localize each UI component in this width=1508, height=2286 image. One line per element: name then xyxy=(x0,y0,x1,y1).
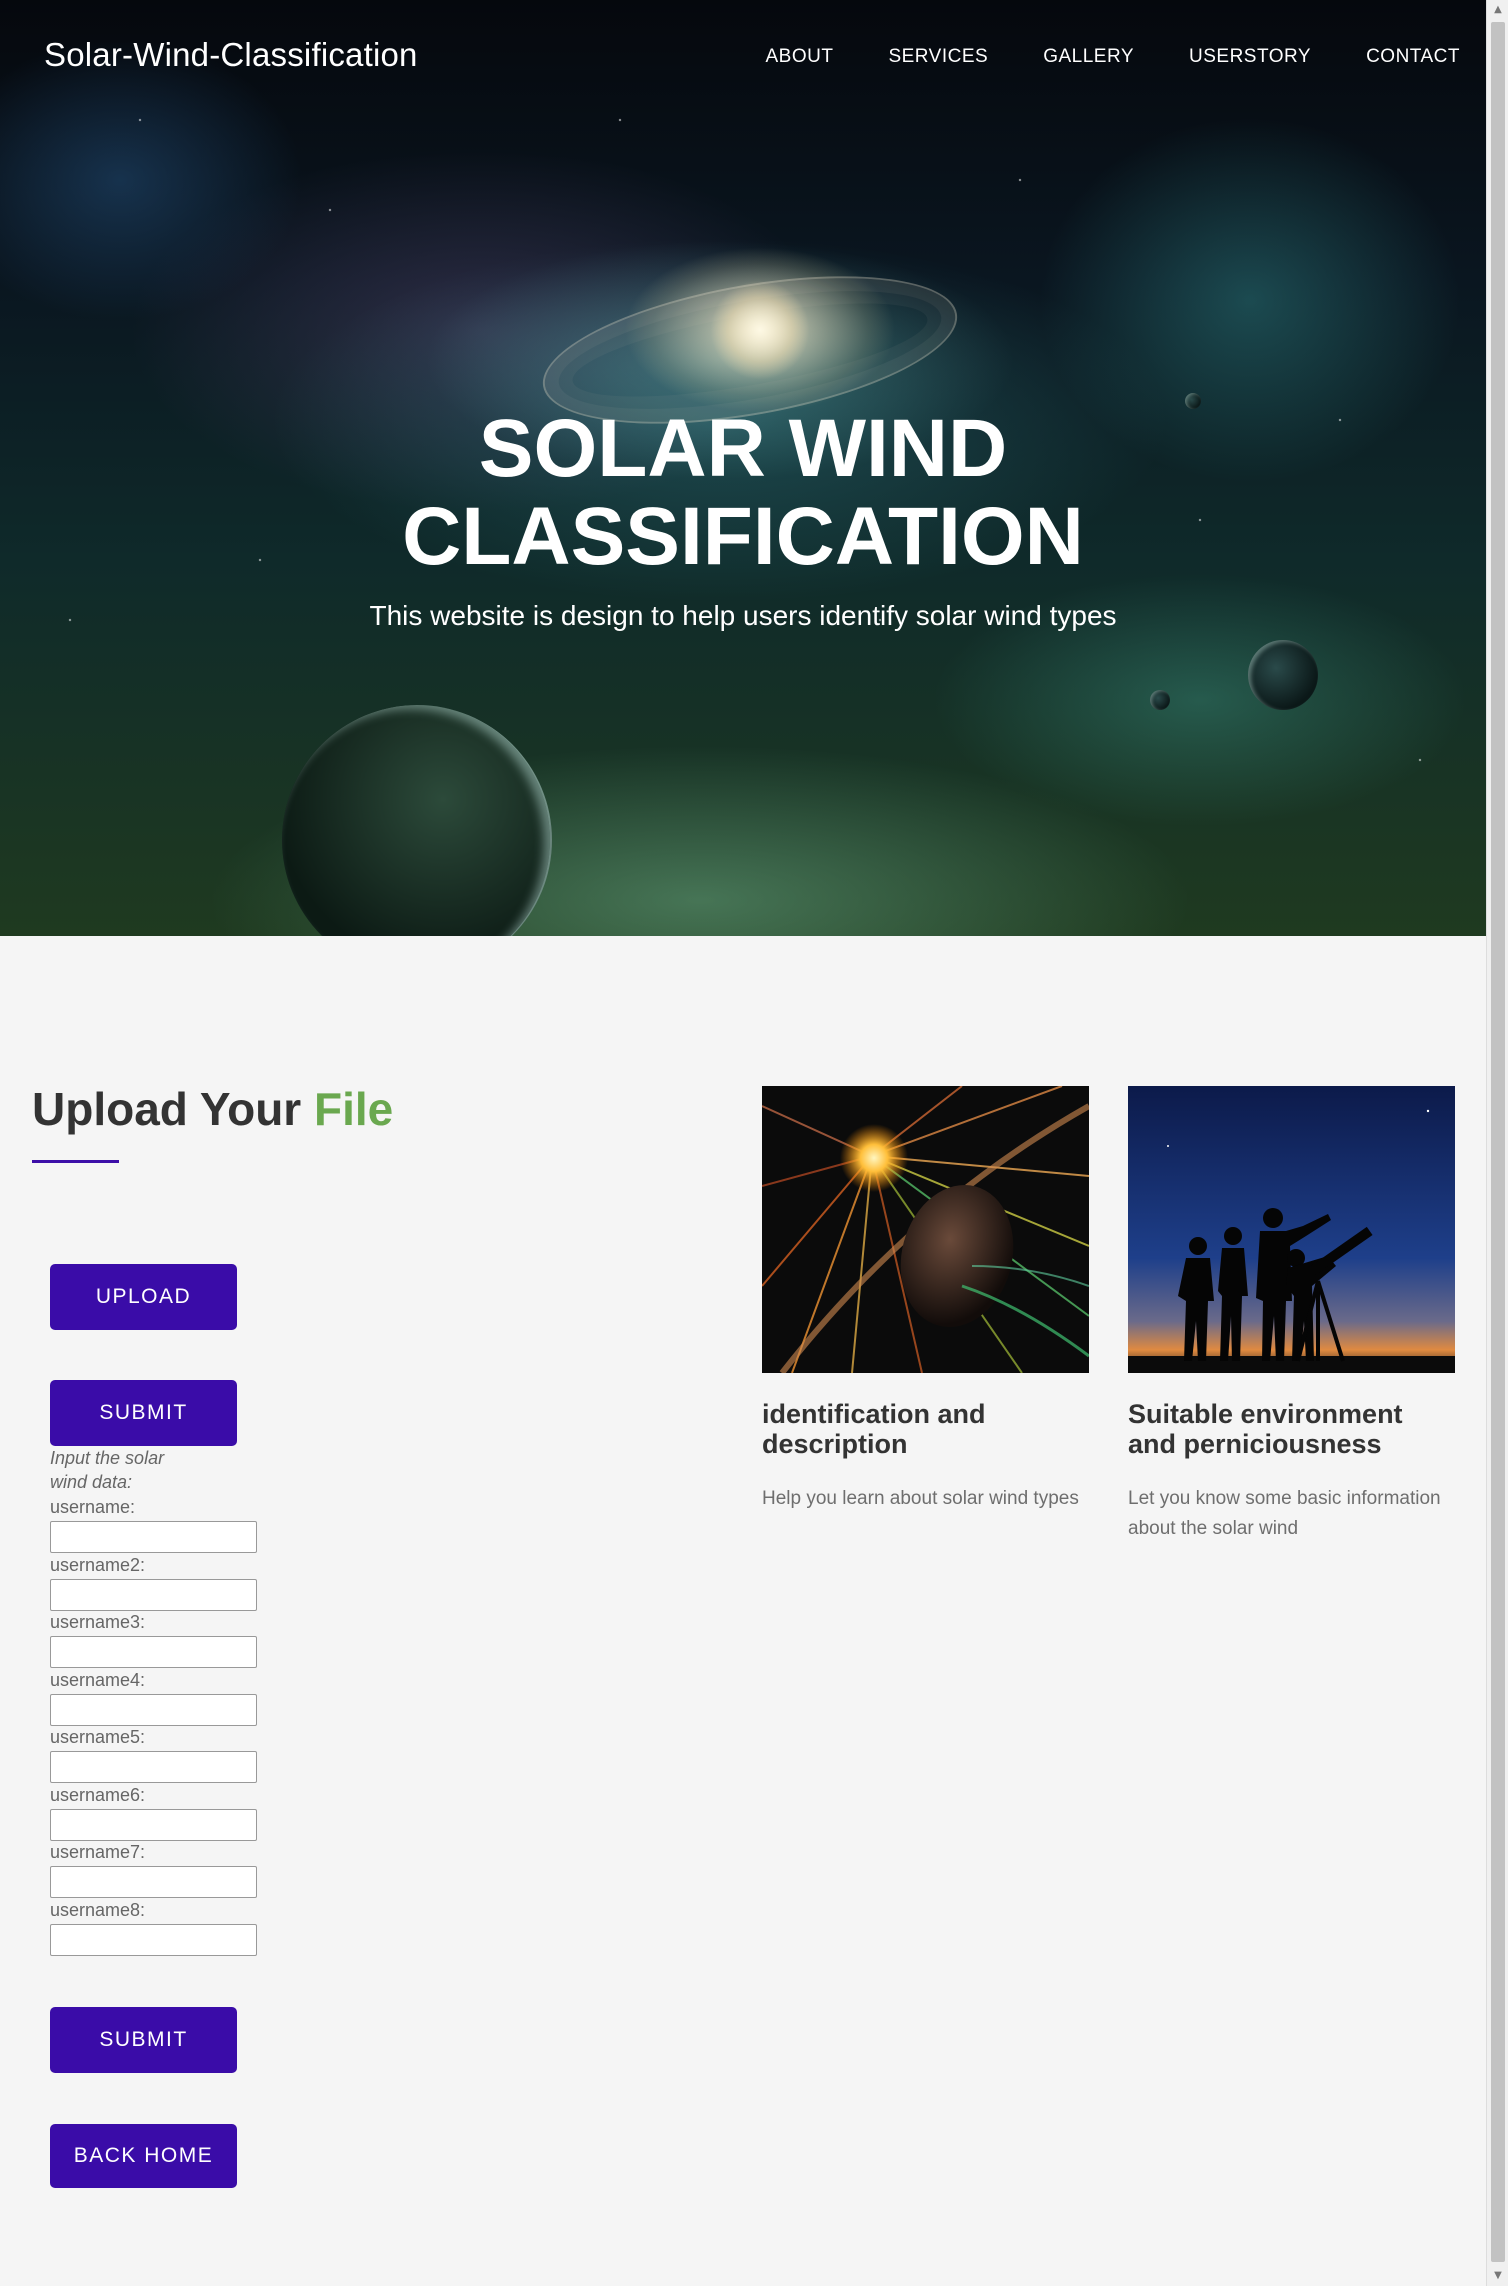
field-label-username6: username6: xyxy=(50,1785,146,1805)
username5-input[interactable] xyxy=(50,1751,257,1783)
hero-section: Solar-Wind-Classification ABOUT SERVICES… xyxy=(0,0,1486,936)
card-title-identification: identification and description xyxy=(762,1399,986,1459)
solar-wind-planet-image xyxy=(762,1086,1089,1373)
form-submit-button[interactable]: SUBMIT xyxy=(50,2007,237,2073)
field-label-username5: username5: xyxy=(50,1727,146,1747)
site-brand-link[interactable]: Solar-Wind-Classification xyxy=(44,36,418,74)
username2-input[interactable] xyxy=(50,1579,257,1611)
back-home-button[interactable]: BACK HOME xyxy=(50,2124,237,2188)
submit-file-button[interactable]: SUBMIT xyxy=(50,1380,237,1446)
hero-title-line1: SOLAR WIND xyxy=(478,403,1008,494)
username7-input[interactable] xyxy=(50,1866,257,1898)
bright-star xyxy=(710,280,810,380)
tiny-planet xyxy=(1150,690,1170,710)
username3-input[interactable] xyxy=(50,1636,257,1668)
nav-services[interactable]: SERVICES xyxy=(888,46,988,68)
upload-heading-main: Upload Your xyxy=(32,1083,302,1135)
field-label-username2: username2: xyxy=(50,1555,146,1575)
upload-heading-accent: File xyxy=(313,1083,394,1135)
card-text-environment: Let you know some basic information abou… xyxy=(1128,1488,1441,1539)
scroll-down-arrow-icon[interactable]: ▼ xyxy=(1487,2266,1508,2286)
form-note: Input the solar wind data: xyxy=(50,1448,165,1492)
field-label-username8: username8: xyxy=(50,1900,146,1920)
stargazers-telescope-image xyxy=(1128,1086,1455,1373)
heading-underline xyxy=(32,1160,119,1163)
username-input[interactable] xyxy=(50,1521,257,1553)
username4-input[interactable] xyxy=(50,1694,257,1726)
page-scrollbar[interactable]: ▲ ▼ xyxy=(1486,0,1508,2286)
small-planet xyxy=(1248,640,1318,710)
field-label-username7: username7: xyxy=(50,1842,146,1862)
nav-userstory[interactable]: USERSTORY xyxy=(1189,46,1311,68)
username8-input[interactable] xyxy=(50,1924,257,1956)
nav-about[interactable]: ABOUT xyxy=(766,46,834,68)
nav-contact[interactable]: CONTACT xyxy=(1366,46,1460,68)
hero-subtitle: This website is design to help users ide… xyxy=(369,600,1117,631)
username6-input[interactable] xyxy=(50,1809,257,1841)
main-nav: ABOUT SERVICES GALLERY USERSTORY CONTACT xyxy=(711,46,1461,68)
upload-button[interactable]: UPLOAD xyxy=(50,1264,237,1330)
hero-title-line2: CLASSIFICATION xyxy=(402,491,1084,582)
upload-heading: Upload Your File xyxy=(32,1082,393,1136)
scroll-thumb[interactable] xyxy=(1491,22,1505,2262)
nav-gallery[interactable]: GALLERY xyxy=(1043,46,1134,68)
field-label-username3: username3: xyxy=(50,1612,146,1632)
card-text-identification: Help you learn about solar wind types xyxy=(762,1488,1079,1509)
scroll-up-arrow-icon[interactable]: ▲ xyxy=(1487,0,1508,20)
field-label-username: username: xyxy=(50,1497,136,1517)
field-label-username4: username4: xyxy=(50,1670,146,1690)
hero-title: SOLAR WIND CLASSIFICATION xyxy=(0,405,1486,581)
card-title-environment: Suitable environment and perniciousness xyxy=(1128,1399,1403,1459)
